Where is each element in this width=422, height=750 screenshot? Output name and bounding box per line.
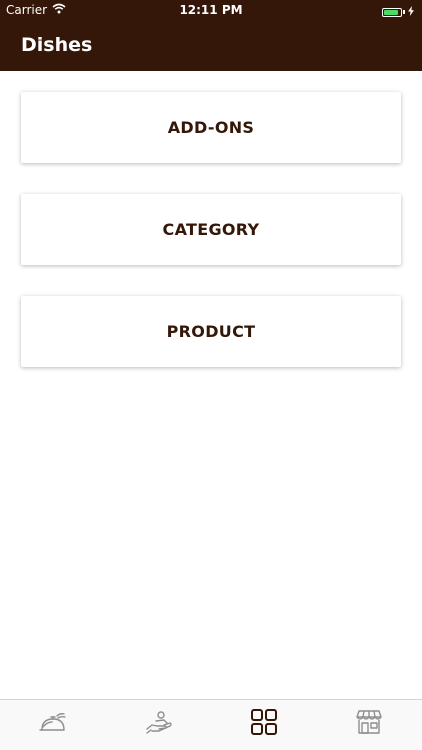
tab-store[interactable] — [349, 704, 389, 744]
add-ons-label: ADD-ONS — [167, 118, 255, 137]
tab-orders[interactable] — [33, 704, 73, 744]
header: Carrier 12:11 PM Dishes — [0, 0, 422, 71]
charging-bolt-icon — [408, 5, 414, 19]
store-icon — [355, 709, 383, 739]
page-title: Dishes — [21, 34, 93, 56]
battery-fill — [384, 9, 398, 15]
category-button[interactable]: CATEGORY — [21, 194, 401, 265]
tab-dishes[interactable] — [244, 704, 284, 744]
battery-icon — [382, 7, 402, 17]
status-bar: Carrier 12:11 PM — [0, 0, 422, 22]
product-label: PRODUCT — [166, 322, 256, 341]
category-label: CATEGORY — [162, 220, 260, 239]
grid-icon — [250, 708, 278, 740]
battery-tip — [403, 10, 405, 14]
tab-service[interactable] — [139, 704, 179, 744]
hand-serving-icon — [144, 709, 174, 739]
status-time: 12:11 PM — [179, 3, 243, 17]
status-right-group — [382, 5, 414, 19]
tab-bar — [0, 699, 422, 750]
add-ons-button[interactable]: ADD-ONS — [21, 92, 401, 163]
product-button[interactable]: PRODUCT — [21, 296, 401, 367]
food-tray-icon — [38, 710, 68, 738]
